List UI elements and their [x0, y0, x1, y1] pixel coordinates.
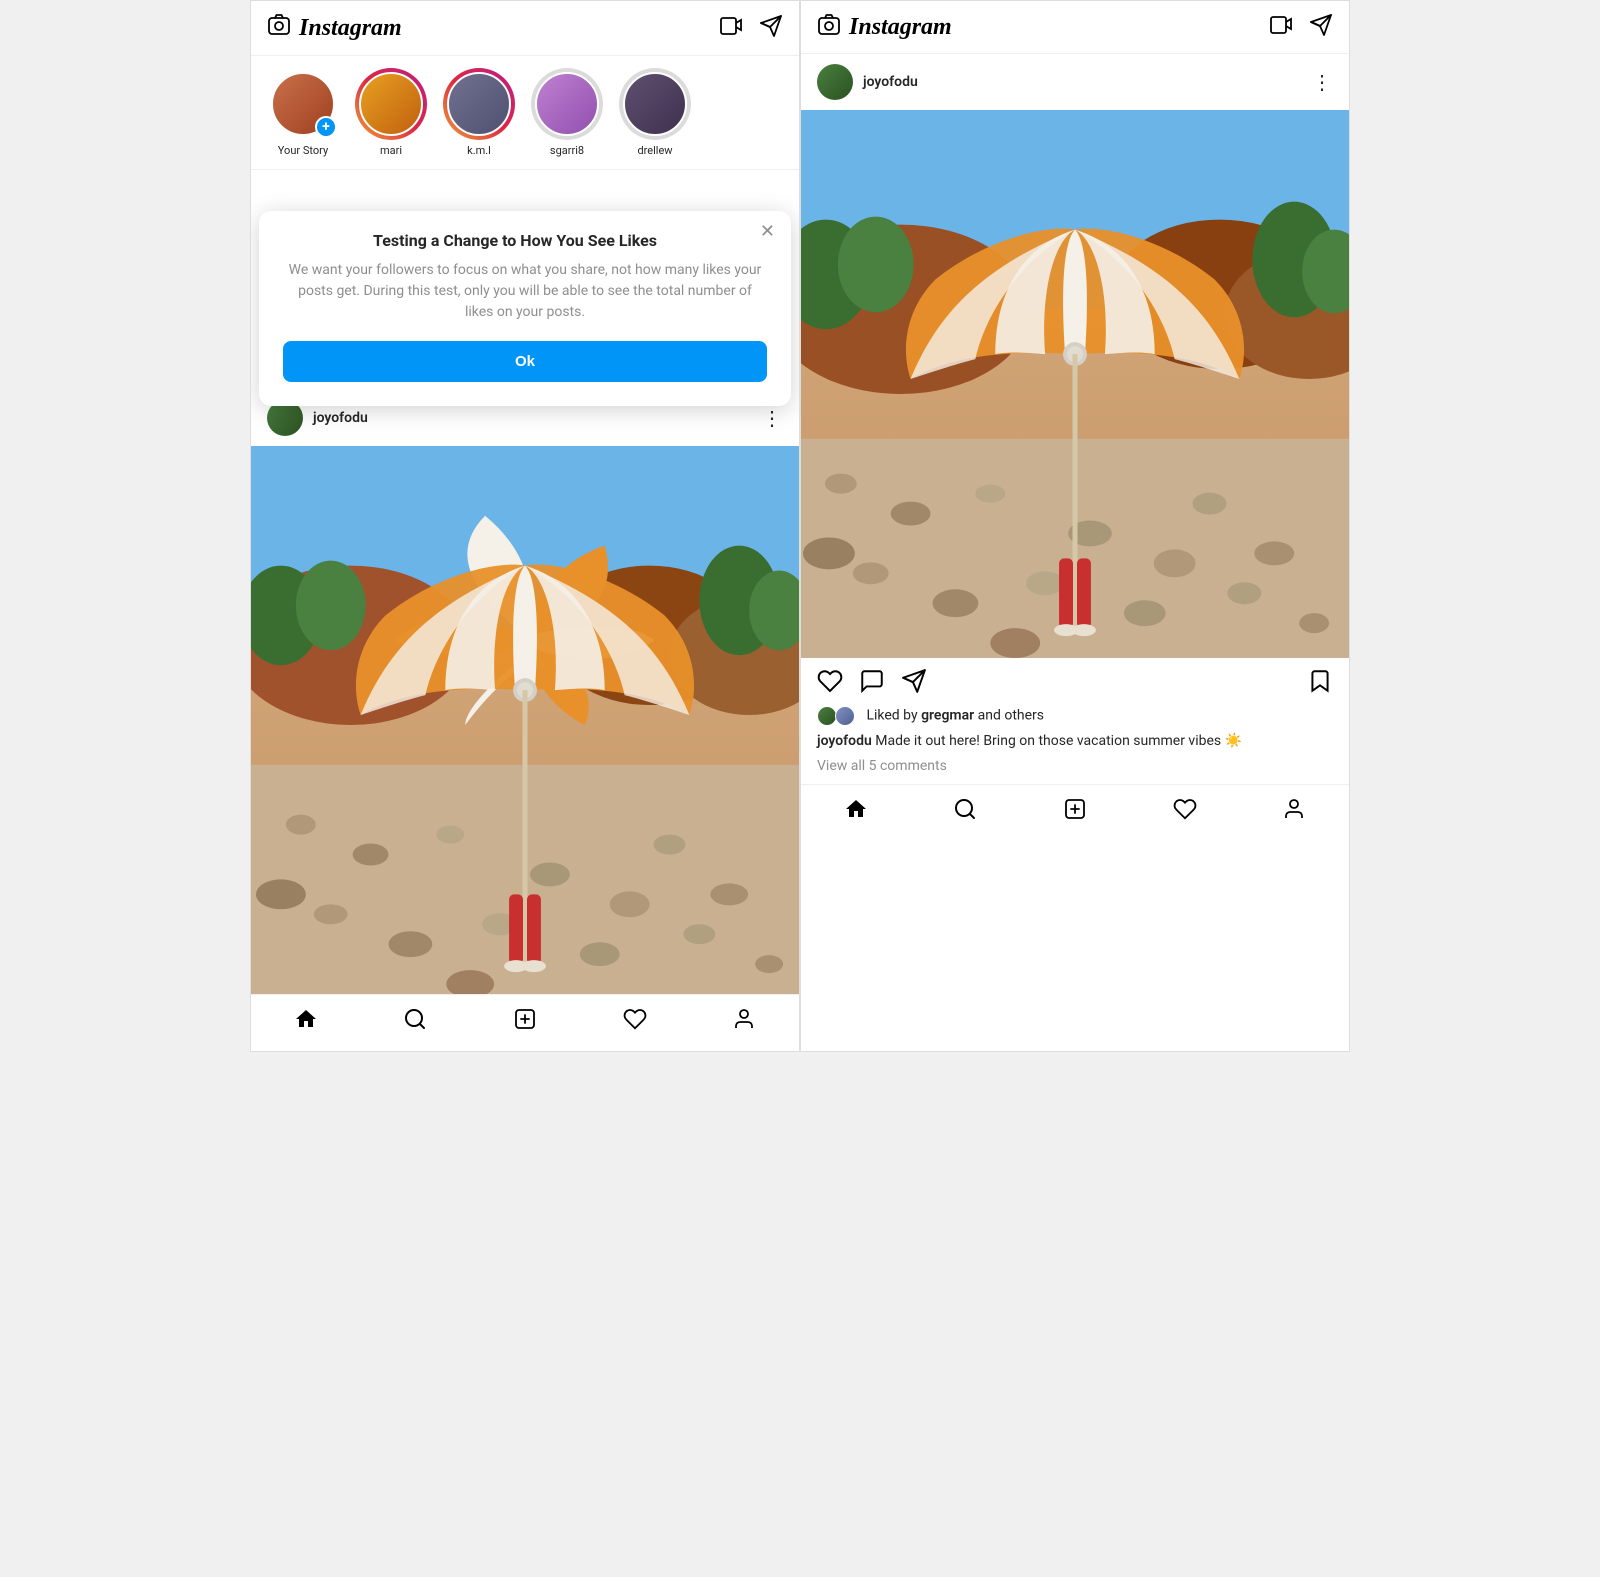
- liked-avatar-2: [835, 706, 855, 726]
- post-actions-left: [817, 668, 927, 698]
- right-post-actions: [801, 658, 1349, 706]
- left-header: Instagram: [251, 1, 799, 56]
- right-igtv-icon[interactable]: [1269, 14, 1293, 40]
- like-button[interactable]: [817, 668, 843, 698]
- heart-nav-icon[interactable]: [623, 1007, 647, 1035]
- left-post-image: [251, 446, 799, 994]
- instagram-logo-text: Instagram: [299, 15, 402, 42]
- modal-close-button[interactable]: ✕: [760, 223, 775, 241]
- right-logo-area: Instagram: [817, 13, 952, 41]
- caption-username[interactable]: joyofodu: [817, 733, 872, 749]
- story-item-kml[interactable]: k.m.l: [443, 68, 515, 157]
- modal-title: Testing a Change to How You See Likes: [283, 231, 767, 250]
- bookmark-button[interactable]: [1307, 668, 1333, 698]
- post-username-left[interactable]: joyofodu: [313, 410, 368, 426]
- liked-others: and others: [974, 708, 1044, 724]
- home-nav-icon[interactable]: [294, 1007, 318, 1035]
- right-paper-plane-icon[interactable]: [1309, 13, 1333, 41]
- right-search-nav-icon[interactable]: [953, 797, 977, 825]
- liked-by-avatars: [817, 706, 857, 726]
- right-home-nav-icon[interactable]: [844, 797, 868, 825]
- story-avatar-kml: [443, 68, 515, 140]
- post-more-left[interactable]: ⋮: [762, 406, 783, 430]
- story-avatar-drellew: [619, 68, 691, 140]
- likes-change-modal: ✕ Testing a Change to How You See Likes …: [251, 211, 799, 406]
- stories-row: + Your Story mari k: [251, 56, 799, 170]
- right-heart-nav-icon[interactable]: [1173, 797, 1197, 825]
- camera-icon: [267, 13, 291, 43]
- modal-body: We want your followers to focus on what …: [283, 260, 767, 323]
- modal-ok-button[interactable]: Ok: [283, 341, 767, 382]
- story-avatar-mari: [355, 68, 427, 140]
- add-nav-icon[interactable]: [513, 1007, 537, 1035]
- left-phone: Instagram: [250, 0, 800, 1052]
- story-item-sgarri8[interactable]: sgarri8: [531, 68, 603, 157]
- story-item-your-story[interactable]: + Your Story: [267, 68, 339, 157]
- story-avatar-your-story: +: [267, 68, 339, 140]
- right-header: Instagram: [801, 1, 1349, 54]
- right-profile-nav-icon[interactable]: [1282, 797, 1306, 825]
- right-camera-icon: [817, 13, 841, 41]
- story-label-your-story: Your Story: [278, 144, 328, 157]
- right-post-user: joyofodu: [817, 64, 918, 100]
- header-actions: [719, 14, 783, 42]
- post-caption: joyofodu Made it out here! Bring on thos…: [801, 732, 1349, 758]
- story-label-drellew: drellew: [637, 144, 672, 157]
- liked-user[interactable]: gregmar: [921, 708, 974, 724]
- left-bottom-nav: [251, 994, 799, 1051]
- paper-plane-icon[interactable]: [759, 14, 783, 42]
- story-label-mari: mari: [380, 144, 402, 157]
- story-label-kml: k.m.l: [467, 144, 491, 157]
- liked-by-text: Liked by: [866, 708, 921, 724]
- right-add-nav-icon[interactable]: [1063, 797, 1087, 825]
- right-post-avatar: [817, 64, 853, 100]
- right-phone: Instagram: [800, 0, 1350, 1052]
- right-header-actions: [1269, 13, 1333, 41]
- profile-nav-icon[interactable]: [732, 1007, 756, 1035]
- right-post-image: [801, 110, 1349, 658]
- story-label-sgarri8: sgarri8: [550, 144, 584, 157]
- igtv-icon[interactable]: [719, 15, 743, 41]
- right-post-more[interactable]: ⋮: [1312, 70, 1333, 94]
- search-nav-icon[interactable]: [403, 1007, 427, 1035]
- story-item-mari[interactable]: mari: [355, 68, 427, 157]
- liked-avatar-1: [817, 706, 837, 726]
- story-item-drellew[interactable]: drellew: [619, 68, 691, 157]
- post-likes: Liked by gregmar and others: [801, 706, 1349, 732]
- comment-button[interactable]: [859, 668, 885, 698]
- story-add-badge: +: [315, 116, 337, 138]
- caption-text: Made it out here! Bring on those vacatio…: [872, 733, 1242, 749]
- logo-area: Instagram: [267, 13, 402, 43]
- right-post-username[interactable]: joyofodu: [863, 74, 918, 90]
- right-instagram-logo-text: Instagram: [849, 14, 952, 41]
- right-post-header: joyofodu ⋮: [801, 54, 1349, 110]
- story-avatar-sgarri8: [531, 68, 603, 140]
- share-button[interactable]: [901, 668, 927, 698]
- right-bottom-nav: [801, 784, 1349, 841]
- view-comments-link[interactable]: View all 5 comments: [801, 758, 1349, 784]
- modal-box: ✕ Testing a Change to How You See Likes …: [259, 211, 791, 406]
